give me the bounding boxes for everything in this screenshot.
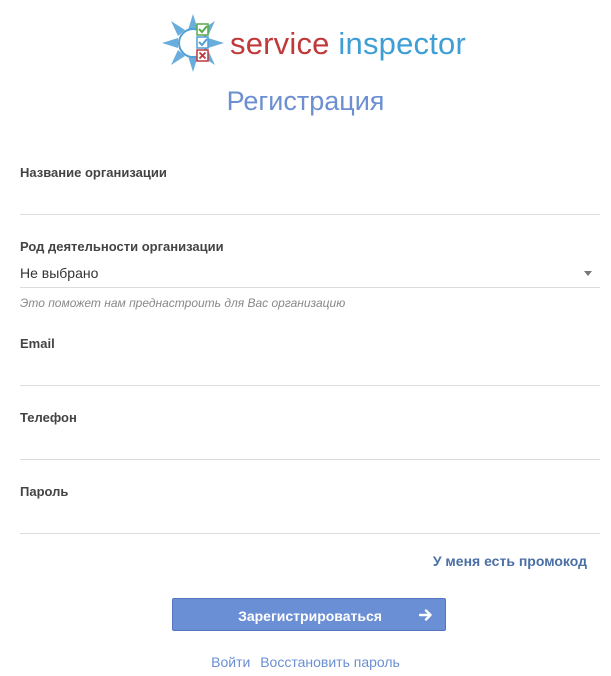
email-underline — [20, 385, 600, 386]
logo: service inspector — [158, 12, 468, 74]
password-label: Пароль — [20, 484, 69, 499]
login-link[interactable]: Войти — [211, 654, 250, 670]
phone-field: Телефон — [20, 410, 600, 462]
email-input[interactable] — [20, 362, 580, 378]
email-field: Email — [20, 336, 600, 388]
activity-select-value: Не выбрано — [20, 265, 99, 281]
register-button-label: Зарегистрироваться — [238, 608, 382, 624]
promo-code-link[interactable]: У меня есть промокод — [433, 553, 587, 569]
password-input[interactable] — [20, 510, 580, 526]
org-name-underline — [20, 214, 600, 215]
chevron-down-icon — [584, 271, 592, 276]
activity-hint: Это поможет нам преднастроить для Вас ор… — [20, 296, 346, 310]
activity-underline — [20, 287, 600, 288]
password-underline — [20, 533, 600, 534]
phone-input[interactable] — [20, 436, 580, 452]
email-label: Email — [20, 336, 55, 351]
footer-links: Войти Восстановить пароль — [0, 654, 611, 670]
activity-select[interactable]: Не выбрано — [20, 259, 600, 287]
org-name-field: Название организации — [20, 165, 600, 217]
logo-word-inspector: inspector — [338, 26, 467, 61]
org-name-input[interactable] — [20, 191, 580, 207]
activity-field: Род деятельности организации Не выбрано … — [20, 239, 600, 319]
arrow-right-icon — [419, 609, 432, 621]
activity-label: Род деятельности организации — [20, 239, 224, 254]
restore-password-link[interactable]: Восстановить пароль — [260, 654, 400, 670]
service-inspector-logo-icon — [162, 14, 224, 72]
phone-underline — [20, 459, 600, 460]
phone-label: Телефон — [20, 410, 77, 425]
org-name-label: Название организации — [20, 165, 167, 180]
password-field: Пароль — [20, 484, 600, 536]
page-title: Регистрация — [226, 86, 385, 116]
logo-word-service: service — [230, 26, 330, 61]
register-button[interactable]: Зарегистрироваться — [172, 598, 446, 631]
logo-text: service inspector — [230, 26, 466, 62]
